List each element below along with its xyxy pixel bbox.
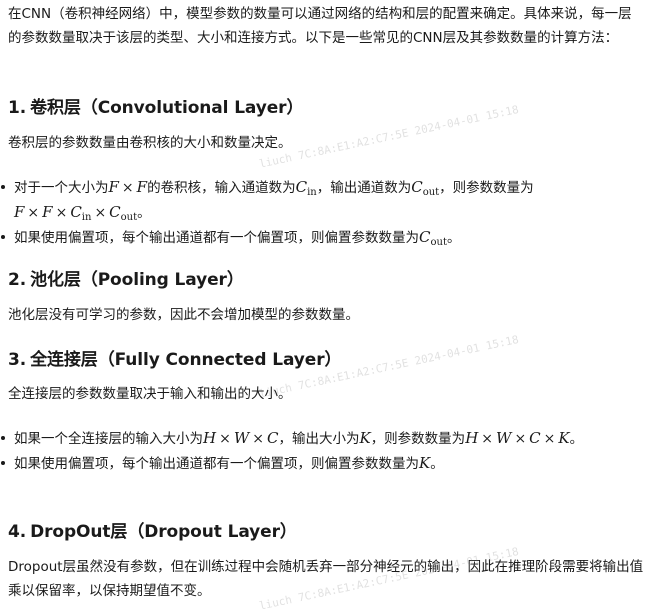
section-number: 1. bbox=[8, 98, 27, 118]
math-operator: × bbox=[514, 431, 527, 447]
text-segment: 如果一个全连接层的输入大小为 bbox=[14, 431, 203, 447]
math-symbol: F bbox=[42, 203, 53, 221]
section-number: 4. bbox=[8, 522, 27, 542]
math-operator: × bbox=[481, 431, 494, 447]
math-symbol: Cout bbox=[411, 178, 440, 198]
section-desc-pooling: 池化层没有可学习的参数，因此不会增加模型的参数数量。 bbox=[8, 307, 359, 323]
math-symbol: F bbox=[108, 178, 119, 196]
math-symbol: H bbox=[465, 429, 479, 447]
text-segment: 的卷积核，输入通道数为 bbox=[147, 180, 296, 196]
math-subscript: in bbox=[81, 212, 92, 223]
text-segment: ，输出大小为 bbox=[278, 431, 360, 447]
math-symbol: Cout bbox=[419, 228, 447, 248]
text-segment: ，输出通道数为 bbox=[316, 180, 412, 196]
math-operator: × bbox=[252, 431, 264, 447]
section-desc-fully-connected: 全连接层的参数数量取决于输入和输出的大小。 bbox=[8, 386, 292, 402]
math-operator: × bbox=[27, 205, 40, 221]
text-segment: ，则参数数量为 bbox=[370, 431, 466, 447]
math-subscript: out bbox=[120, 212, 138, 223]
math-subscript: out bbox=[422, 187, 440, 198]
list-item: 如果一个全连接层的输入大小为H × W × C，输出大小为K，则参数数量为H × W × C × K… bbox=[1, 426, 644, 451]
section-desc-dropout: Dropout层虽然没有参数，但在训练过程中会随机丢弃一部分神经元的输出，因此在… bbox=[8, 559, 644, 599]
math-operator: × bbox=[55, 205, 68, 221]
text-segment: ，则参数数量为 bbox=[439, 180, 534, 196]
text-segment: 。 bbox=[569, 431, 584, 447]
bullet-list-convolutional: 对于一个大小为F × F的卷积核，输入通道数为Cin，输出通道数为Cout，则参数数… bbox=[1, 175, 644, 250]
text-segment: 对于一个大小为 bbox=[14, 180, 109, 196]
math-symbol: W bbox=[233, 429, 250, 447]
math-base: C bbox=[411, 178, 423, 196]
math-subscript: in bbox=[307, 187, 317, 198]
section-title: 全连接层（Fully Connected Layer） bbox=[30, 350, 342, 370]
list-item: 如果使用偏置项，每个输出通道都有一个偏置项，则偏置参数数量为Cout。 bbox=[1, 225, 644, 250]
section-heading-pooling: 2. 池化层（Pooling Layer） bbox=[8, 268, 244, 292]
intro-paragraph: 在CNN（卷积神经网络）中，模型参数的数量可以通过网络的结构和层的配置来确定。具… bbox=[8, 6, 632, 46]
math-symbol: F bbox=[14, 203, 25, 221]
text-segment: 。 bbox=[137, 205, 151, 221]
text-segment: 。 bbox=[446, 230, 461, 246]
bullet-list-fully-connected: 如果一个全连接层的输入大小为H × W × C，输出大小为K，则参数数量为H × W × C × K… bbox=[1, 426, 644, 476]
section-title: 卷积层（Convolutional Layer） bbox=[30, 98, 304, 118]
math-operator: × bbox=[543, 431, 556, 447]
section-heading-dropout: 4. DropOut层（Dropout Layer） bbox=[8, 520, 297, 544]
section-title: DropOut层（Dropout Layer） bbox=[30, 522, 297, 542]
section-desc-convolutional: 卷积层的参数数量由卷积核的大小和数量决定。 bbox=[8, 135, 292, 151]
section-heading-fully-connected: 3. 全连接层（Fully Connected Layer） bbox=[8, 348, 342, 372]
math-subscript: out bbox=[430, 237, 447, 248]
math-symbol: K bbox=[359, 429, 371, 447]
math-symbol: C bbox=[266, 429, 279, 447]
section-title: 池化层（Pooling Layer） bbox=[30, 270, 244, 290]
text-segment: 如果使用偏置项，每个输出通道都有一个偏置项，则偏置参数数量为 bbox=[14, 230, 419, 246]
math-symbol: K bbox=[419, 454, 431, 472]
text-segment: 如果使用偏置项，每个输出通道都有一个偏置项，则偏置参数数量为 bbox=[14, 456, 419, 472]
math-symbol: H bbox=[203, 429, 217, 447]
math-operator: × bbox=[94, 205, 107, 221]
math-symbol: Cin bbox=[70, 203, 92, 223]
math-symbol: C bbox=[529, 429, 541, 447]
text-segment: 。 bbox=[430, 456, 444, 472]
math-symbol: Cin bbox=[295, 178, 317, 198]
math-symbol: W bbox=[496, 429, 512, 447]
math-base: C bbox=[419, 228, 431, 246]
math-symbol: F bbox=[136, 178, 148, 196]
math-symbol: K bbox=[558, 429, 570, 447]
section-number: 3. bbox=[8, 350, 27, 370]
math-base: C bbox=[109, 203, 121, 221]
section-heading-convolutional: 1. 卷积层（Convolutional Layer） bbox=[8, 96, 303, 120]
math-base: C bbox=[295, 178, 308, 196]
math-symbol: Cout bbox=[109, 203, 138, 223]
list-item: 如果使用偏置项，每个输出通道都有一个偏置项，则偏置参数数量为K。 bbox=[1, 451, 644, 476]
section-number: 2. bbox=[8, 270, 27, 290]
math-operator: × bbox=[121, 180, 134, 196]
math-operator: × bbox=[219, 431, 231, 447]
math-base: C bbox=[70, 203, 82, 221]
list-item: 对于一个大小为F × F的卷积核，输入通道数为Cin，输出通道数为Cout，则参数数… bbox=[1, 175, 644, 225]
